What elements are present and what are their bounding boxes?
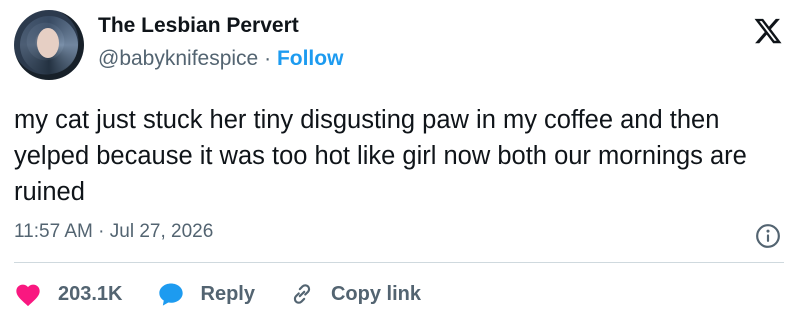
- tweet-card: The Lesbian Pervert @babyknifespice · Fo…: [0, 0, 804, 312]
- divider: [14, 262, 784, 263]
- like-count: 203.1K: [58, 282, 123, 305]
- tweet-timestamp[interactable]: 11:57 AM · Jul 27, 2026: [14, 221, 213, 243]
- handle-separator: ·: [264, 47, 272, 70]
- avatar[interactable]: [14, 10, 84, 80]
- display-name[interactable]: The Lesbian Pervert: [98, 14, 299, 38]
- tweet-text: my cat just stuck her tiny disgusting pa…: [14, 106, 747, 206]
- handle-row: @babyknifespice · Follow: [98, 47, 343, 71]
- reply-label: Reply: [200, 282, 255, 305]
- user-handle[interactable]: @babyknifespice: [98, 47, 258, 70]
- avatar-face: [37, 28, 59, 58]
- x-logo-icon[interactable]: [752, 16, 784, 46]
- heart-icon: [16, 284, 40, 307]
- like-button[interactable]: 203.1K: [14, 281, 123, 307]
- info-icon[interactable]: [755, 223, 781, 249]
- action-bar: 203.1K Reply Copy link: [14, 276, 455, 312]
- speech-bubble-icon: [158, 283, 183, 306]
- copy-link-label: Copy link: [330, 282, 421, 305]
- link-icon: [293, 284, 311, 304]
- reply-button[interactable]: Reply: [157, 281, 255, 307]
- copy-link-button[interactable]: Copy link: [289, 281, 421, 307]
- follow-button[interactable]: Follow: [277, 47, 344, 70]
